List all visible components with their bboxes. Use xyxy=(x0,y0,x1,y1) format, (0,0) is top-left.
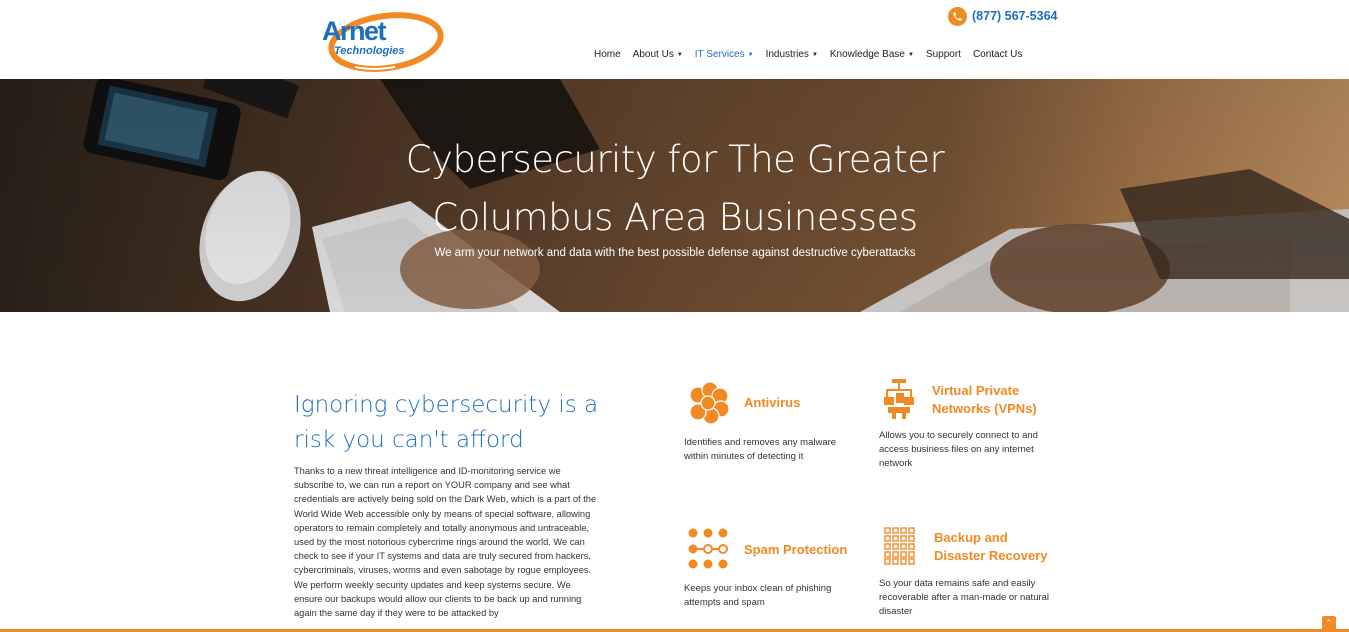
main-nav: Home About Us ▼ IT Services ▼ Industries ▼ … xyxy=(588,49,1028,60)
feature-backup-title-line2: Disaster Recovery xyxy=(934,548,1048,563)
nav-label: Home xyxy=(594,49,621,60)
caret-down-icon: ▼ xyxy=(747,51,754,58)
hero-title-line1: Cybersecurity for The Greater xyxy=(405,138,945,181)
arnet-logo[interactable]: Arnet Technologies xyxy=(320,8,445,72)
intro-heading: Ignoring cybersecurity is a risk you can… xyxy=(294,388,614,458)
nav-item-it-services[interactable]: IT Services ▼ xyxy=(689,49,760,60)
feature-backup-desc: So your data remains safe and easily rec… xyxy=(879,578,1050,617)
phone-icon xyxy=(948,6,967,26)
intro-heading-line1: Ignoring cybersecurity is a xyxy=(294,392,599,418)
grid-backup-icon xyxy=(884,527,916,570)
feature-spam-desc: Keeps your inbox clean of phishing attem… xyxy=(684,583,832,608)
nav-label: Knowledge Base xyxy=(829,49,905,60)
nav-item-about-us[interactable]: About Us ▼ xyxy=(627,49,689,60)
network-icon xyxy=(884,379,914,424)
caret-down-icon: ▼ xyxy=(676,51,683,58)
feature-vpn-desc: Allows you to securely connect to and ac… xyxy=(879,430,1038,469)
caret-down-icon: ▼ xyxy=(907,51,914,58)
nav-item-industries[interactable]: Industries ▼ xyxy=(760,49,824,60)
logo-text-sub: Technologies xyxy=(334,45,405,57)
feature-backup-title-line1: Backup and xyxy=(934,530,1008,545)
scroll-to-top-button[interactable]: ⌃ xyxy=(1322,616,1336,630)
virus-icon xyxy=(686,381,730,430)
hero-title: Cybersecurity for The Greater Columbus A… xyxy=(350,131,1000,247)
nav-item-contact-us[interactable]: Contact Us xyxy=(967,49,1028,60)
hero-subtitle: We arm your network and data with the be… xyxy=(434,247,916,259)
feature-antivirus-desc: Identifies and removes any malware withi… xyxy=(684,437,837,462)
phone-link[interactable]: (877) 567-5364 xyxy=(948,6,1057,26)
nav-label: IT Services xyxy=(694,49,745,60)
chevron-up-icon: ⌃ xyxy=(1325,617,1333,628)
feature-spam-title: Spam Protection xyxy=(744,542,848,557)
logo-text-main: Arnet xyxy=(322,16,387,46)
nav-label: Contact Us xyxy=(972,49,1023,60)
dots-filter-icon xyxy=(688,528,730,575)
hero-banner: Cybersecurity for The Greater Columbus A… xyxy=(0,79,1349,312)
nav-label: Industries xyxy=(765,49,809,60)
nav-label: About Us xyxy=(632,49,674,60)
caret-down-icon: ▼ xyxy=(811,51,818,58)
feature-vpn-title-line1: Virtual Private xyxy=(932,383,1020,398)
nav-item-support[interactable]: Support xyxy=(920,49,967,60)
feature-backup-title: Backup and Disaster Recovery xyxy=(934,529,1047,565)
nav-label: Support xyxy=(925,49,961,60)
site-header: Arnet Technologies (877) 567-5364 Home A… xyxy=(0,0,1349,79)
feature-vpn-title-line2: Networks (VPNs) xyxy=(932,401,1037,416)
feature-antivirus-title: Antivirus xyxy=(744,395,801,410)
intro-heading-line2: risk you can't afford xyxy=(294,427,524,453)
nav-item-home[interactable]: Home xyxy=(588,49,627,60)
nav-item-knowledge-base[interactable]: Knowledge Base ▼ xyxy=(824,49,920,60)
intro-body: Thanks to a new threat intelligence and … xyxy=(294,466,597,619)
feature-vpn-title: Virtual Private Networks (VPNs) xyxy=(932,382,1037,418)
phone-number: (877) 567-5364 xyxy=(972,9,1058,23)
hero-title-line2: Columbus Area Businesses xyxy=(432,196,918,239)
